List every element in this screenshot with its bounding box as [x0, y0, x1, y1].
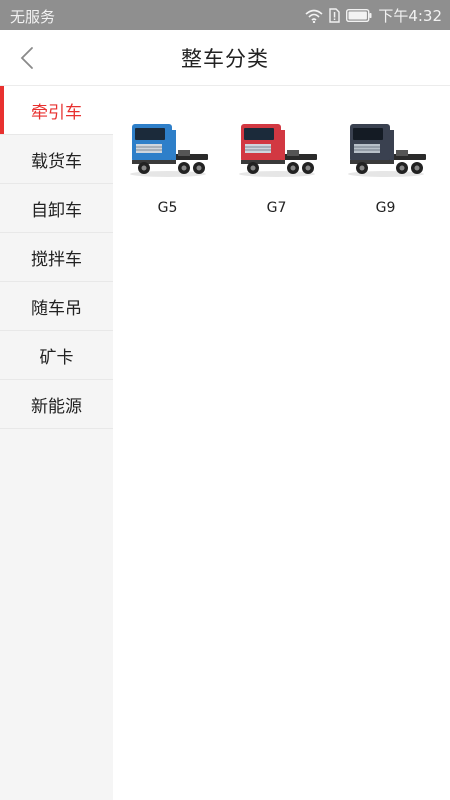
product-grid: G5 G7 G9 — [113, 86, 450, 216]
battery-icon — [346, 9, 372, 22]
product-item-g7[interactable]: G7 — [222, 114, 331, 216]
sidebar-item-label: 矿卡 — [39, 347, 74, 368]
category-sidebar: 牵引车 载货车 自卸车 搅拌车 随车吊 矿卡 新能源 — [0, 86, 113, 800]
sidebar-item-tractor[interactable]: 牵引车 — [0, 86, 113, 135]
wifi-icon — [305, 9, 323, 23]
clock: 下午4:32 — [378, 7, 442, 25]
sidebar-item-label: 新能源 — [31, 396, 82, 417]
product-item-g9[interactable]: G9 — [331, 114, 440, 216]
page-title: 整车分类 — [181, 47, 269, 71]
sidebar-item-mining-truck[interactable]: 矿卡 — [0, 331, 113, 380]
sidebar-item-label: 随车吊 — [31, 298, 82, 319]
sidebar-item-label: 载货车 — [31, 151, 82, 172]
sidebar-item-new-energy[interactable]: 新能源 — [0, 380, 113, 429]
sidebar-item-dump-truck[interactable]: 自卸车 — [0, 184, 113, 233]
product-item-g5[interactable]: G5 — [113, 114, 222, 216]
status-bar: 无服务 下午4:32 — [0, 0, 450, 30]
sidebar-item-label: 自卸车 — [31, 200, 82, 221]
sidebar-item-mixer-truck[interactable]: 搅拌车 — [0, 233, 113, 282]
sidebar-item-crane-truck[interactable]: 随车吊 — [0, 282, 113, 331]
sidebar-item-label: 搅拌车 — [31, 249, 82, 270]
sidebar-item-cargo-truck[interactable]: 载货车 — [0, 135, 113, 184]
product-panel: G5 G7 G9 — [113, 86, 450, 800]
carrier-label: 无服务 — [10, 8, 56, 26]
product-label: G5 — [157, 200, 178, 216]
product-label: G7 — [266, 200, 287, 216]
truck-image — [238, 124, 317, 177]
product-label: G9 — [375, 200, 396, 216]
status-icons: 下午4:32 — [305, 5, 442, 26]
truck-image — [347, 124, 426, 177]
sim-alert-icon — [329, 8, 341, 23]
truck-image — [129, 124, 208, 177]
header: 整车分类 — [0, 30, 450, 86]
sidebar-item-label: 牵引车 — [31, 102, 82, 123]
